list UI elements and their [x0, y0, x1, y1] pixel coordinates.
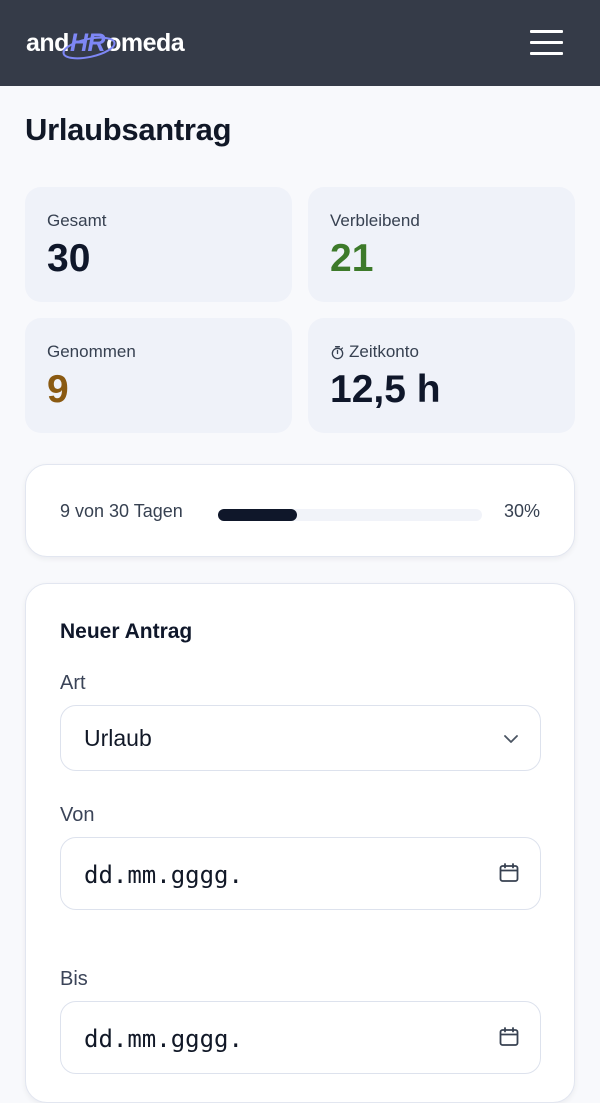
progress-bar-fill [218, 509, 298, 521]
logo-swoosh-icon [62, 36, 116, 60]
stat-time-account-label: Zeitkonto [349, 342, 419, 361]
stat-card-time-account: Zeitkonto 12,5 h [308, 318, 575, 433]
app-logo[interactable]: and HRomeda [26, 28, 185, 60]
page-title: Urlaubsantrag [25, 112, 232, 147]
vacation-progress-card: 9 von 30 Tagen 30% [25, 464, 575, 557]
calendar-icon[interactable] [498, 862, 520, 884]
type-label: Art [60, 672, 86, 694]
form-title: Neuer Antrag [60, 620, 193, 643]
top-navigation-bar: and HRomeda [0, 0, 600, 86]
from-date-placeholder: dd.mm.gggg. [84, 861, 243, 889]
logo-highlight: HR [62, 29, 116, 60]
from-label: Von [60, 804, 95, 826]
type-select[interactable]: Urlaub [60, 705, 541, 771]
stat-total-label: Gesamt [47, 211, 107, 230]
stat-total-value: 30 [47, 237, 91, 280]
stat-card-taken: Genommen 9 [25, 318, 292, 433]
to-date-placeholder: dd.mm.gggg. [84, 1025, 243, 1053]
stat-card-remaining: Verbleibend 21 [308, 187, 575, 302]
stopwatch-icon [330, 345, 345, 360]
from-date-input[interactable]: dd.mm.gggg. [60, 837, 541, 910]
to-label: Bis [60, 968, 88, 990]
calendar-icon[interactable] [498, 1026, 520, 1048]
stat-time-account-label-row: Zeitkonto [330, 342, 419, 362]
hamburger-menu-icon[interactable] [524, 26, 568, 60]
stat-taken-value: 9 [47, 368, 69, 411]
stat-taken-label: Genommen [47, 342, 136, 361]
chevron-down-icon [502, 730, 520, 748]
to-date-input[interactable]: dd.mm.gggg. [60, 1001, 541, 1074]
new-request-form: Neuer Antrag Art Urlaub Von dd.mm.gggg. … [25, 583, 575, 1103]
stat-remaining-value: 21 [330, 237, 374, 280]
stat-time-account-value: 12,5 h [330, 368, 441, 411]
progress-bar [218, 509, 482, 521]
type-select-value: Urlaub [84, 725, 152, 751]
progress-percent: 30% [503, 501, 540, 521]
stat-remaining-label: Verbleibend [330, 211, 420, 230]
stat-card-total: Gesamt 30 [25, 187, 292, 302]
progress-text: 9 von 30 Tagen [60, 501, 183, 521]
